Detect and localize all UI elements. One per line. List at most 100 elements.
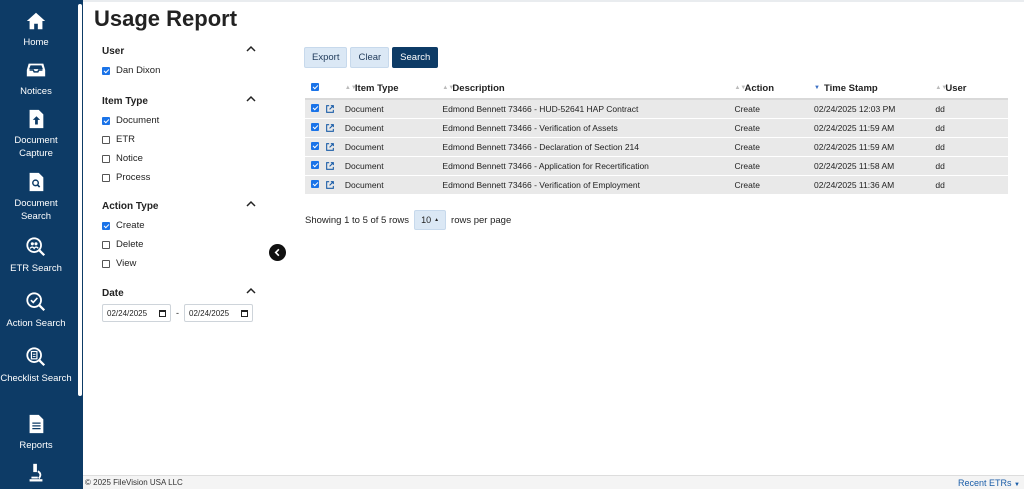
calendar-icon[interactable] — [241, 309, 248, 317]
recent-etrs-label: Recent ETRs — [958, 477, 1012, 488]
row-checkbox[interactable] — [311, 103, 319, 112]
sidebar-item-etr-search[interactable]: ETR Search — [0, 236, 72, 275]
checkbox[interactable] — [102, 154, 110, 163]
checkbox-action-delete[interactable]: Delete — [102, 239, 257, 250]
sidebar-item-document-capture[interactable]: Document Capture — [0, 108, 72, 160]
table-row[interactable]: Document Edmond Bennett 73466 - Declarat… — [305, 137, 1008, 157]
table-row[interactable]: Document Edmond Bennett 73466 - HUD-5264… — [305, 99, 1008, 119]
sidebar-scrollbar[interactable] — [78, 4, 82, 396]
checkbox-item-etr[interactable]: ETR — [102, 134, 257, 145]
top-border — [83, 0, 1024, 2]
checkbox-item-document[interactable]: Document — [102, 115, 257, 126]
cell-user: dd — [935, 118, 1008, 138]
cell-time-stamp: 02/24/2025 11:59 AM — [814, 137, 936, 157]
calendar-icon[interactable] — [159, 309, 166, 317]
sidebar-item-lab[interactable] — [0, 462, 72, 488]
sidebar-item-home[interactable]: Home — [0, 10, 72, 49]
toolbar: Export Clear Search — [304, 47, 439, 68]
checkbox-user-dan-dixon[interactable]: Dan Dixon — [102, 65, 257, 76]
chevron-up-icon[interactable] — [245, 93, 257, 105]
usage-table: ▲▼Item Type ▲▼Description ▲▼Action ▼ Time… — [305, 79, 1008, 195]
collapse-filters-button[interactable] — [269, 244, 286, 261]
sidebar-item-notices[interactable]: Notices — [0, 59, 72, 98]
sidebar-item-label: Document Capture — [14, 135, 58, 159]
filter-heading: Action Type — [102, 201, 159, 212]
sidebar-item-document-search[interactable]: Document Search — [0, 171, 72, 223]
checkbox[interactable] — [102, 221, 110, 230]
cell-description: Edmond Bennett 73466 - Verification of A… — [442, 118, 735, 138]
open-external-icon[interactable] — [325, 104, 335, 114]
filter-heading: Item Type — [102, 96, 148, 107]
cell-description: Edmond Bennett 73466 - Application for R… — [442, 156, 735, 176]
table-row[interactable]: Document Edmond Bennett 73466 - Verifica… — [305, 118, 1008, 138]
cell-description: Edmond Bennett 73466 - HUD-52641 HAP Con… — [442, 99, 735, 119]
filter-action-type: Action Type Create Delete View — [102, 198, 257, 269]
column-header-item-type[interactable]: ▲▼Item Type — [344, 79, 443, 100]
sidebar-item-reports[interactable]: Reports — [0, 413, 72, 452]
sidebar-item-label: ETR Search — [10, 263, 62, 274]
checkbox-label: Dan Dixon — [116, 65, 161, 76]
checkbox-action-create[interactable]: Create — [102, 220, 257, 231]
select-all-checkbox[interactable] — [311, 83, 319, 91]
column-header-user[interactable]: ▲▼User — [935, 79, 1008, 100]
table-header-row: ▲▼Item Type ▲▼Description ▲▼Action ▼ Time… — [305, 79, 1008, 100]
sort-icon: ▲▼ — [935, 85, 948, 92]
cell-description: Edmond Bennett 73466 - Declaration of Se… — [442, 137, 735, 157]
recent-etrs-dropdown[interactable]: Recent ETRs ▼ — [958, 478, 1020, 488]
checkbox-label: View — [116, 258, 137, 269]
date-value: 02/24/2025 — [189, 308, 230, 318]
checkbox[interactable] — [102, 173, 110, 182]
row-checkbox[interactable] — [311, 141, 319, 150]
filter-item-type: Item Type Document ETR Notice Process — [102, 93, 257, 183]
report-icon — [25, 413, 47, 435]
cell-item-type: Document — [344, 156, 443, 176]
checkbox-action-view[interactable]: View — [102, 258, 257, 269]
date-range: 02/24/2025 - 02/24/2025 — [102, 304, 253, 322]
open-external-icon[interactable] — [325, 180, 335, 190]
rows-per-page-value: 10 — [421, 215, 432, 225]
pagination-summary: Showing 1 to 5 of 5 rows — [305, 214, 410, 226]
page-title: Usage Report — [94, 6, 238, 31]
cell-action: Create — [734, 118, 815, 138]
open-external-icon[interactable] — [325, 161, 335, 171]
sidebar-item-checklist-search[interactable]: Checklist Search — [0, 346, 72, 385]
chevron-up-icon[interactable] — [245, 43, 257, 55]
rows-per-page-label: rows per page — [451, 214, 512, 226]
row-checkbox[interactable] — [311, 179, 319, 188]
checkbox[interactable] — [102, 116, 110, 125]
row-checkbox[interactable] — [311, 160, 319, 169]
open-external-icon[interactable] — [325, 123, 335, 133]
checkbox[interactable] — [102, 259, 110, 268]
export-button[interactable]: Export — [304, 47, 348, 68]
filter-heading: Date — [102, 288, 124, 299]
cell-user: dd — [935, 137, 1008, 157]
chevron-up-icon[interactable] — [245, 285, 257, 297]
checkbox[interactable] — [102, 135, 110, 144]
cell-item-type: Document — [344, 118, 443, 138]
sidebar-item-label: Checklist Search — [0, 373, 72, 384]
chevron-up-icon[interactable] — [245, 198, 257, 210]
row-checkbox[interactable] — [311, 122, 319, 131]
checkbox-item-process[interactable]: Process — [102, 172, 257, 183]
table-row[interactable]: Document Edmond Bennett 73466 - Verifica… — [305, 175, 1008, 195]
open-external-icon[interactable] — [325, 142, 335, 152]
date-from-input[interactable]: 02/24/2025 — [102, 304, 171, 322]
column-header-description[interactable]: ▲▼Description — [442, 79, 735, 100]
column-header-action[interactable]: ▲▼Action — [734, 79, 815, 100]
checkbox[interactable] — [102, 66, 110, 75]
caret-up-icon: ▲ — [434, 217, 440, 223]
rows-per-page-select[interactable]: 10 ▲ — [414, 210, 447, 230]
table-row[interactable]: Document Edmond Bennett 73466 - Applicat… — [305, 156, 1008, 176]
checkbox-item-notice[interactable]: Notice — [102, 153, 257, 164]
check-search-icon — [25, 291, 47, 313]
clear-button[interactable]: Clear — [350, 47, 390, 68]
cell-time-stamp: 02/24/2025 11:59 AM — [814, 118, 936, 138]
upload-document-icon — [25, 108, 47, 130]
home-icon — [25, 10, 47, 32]
checkbox[interactable] — [102, 240, 110, 249]
sidebar-item-action-search[interactable]: Action Search — [0, 291, 72, 330]
column-header-time-stamp[interactable]: ▼ Time Stamp — [814, 79, 936, 100]
date-to-input[interactable]: 02/24/2025 — [184, 304, 253, 322]
checkbox-label: Process — [116, 172, 151, 183]
search-button[interactable]: Search — [392, 47, 439, 68]
